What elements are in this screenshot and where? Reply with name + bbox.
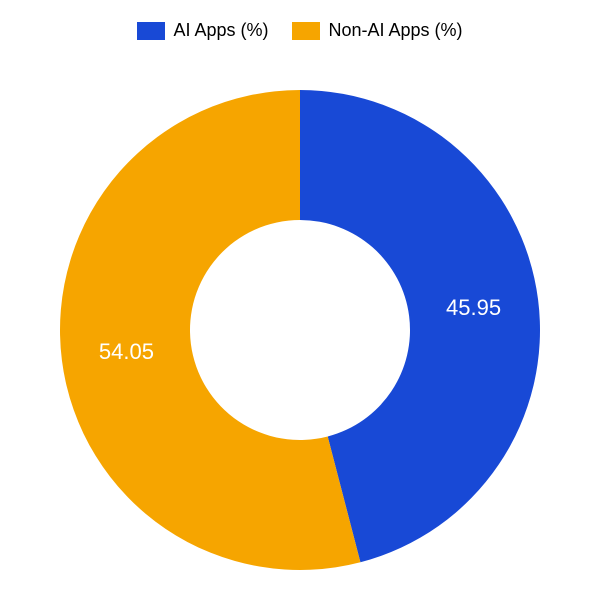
legend-swatch-ai bbox=[137, 22, 165, 40]
legend-label-ai: AI Apps (%) bbox=[173, 20, 268, 41]
donut-svg bbox=[50, 80, 550, 580]
legend-item-ai: AI Apps (%) bbox=[137, 20, 268, 41]
chart-legend: AI Apps (%) Non-AI Apps (%) bbox=[0, 0, 600, 41]
donut-chart: 45.95 54.05 bbox=[50, 80, 550, 580]
legend-label-nonai: Non-AI Apps (%) bbox=[328, 20, 462, 41]
legend-swatch-nonai bbox=[292, 22, 320, 40]
slice-label-nonai: 54.05 bbox=[99, 339, 154, 365]
legend-item-nonai: Non-AI Apps (%) bbox=[292, 20, 462, 41]
slice-label-ai: 45.95 bbox=[446, 295, 501, 321]
